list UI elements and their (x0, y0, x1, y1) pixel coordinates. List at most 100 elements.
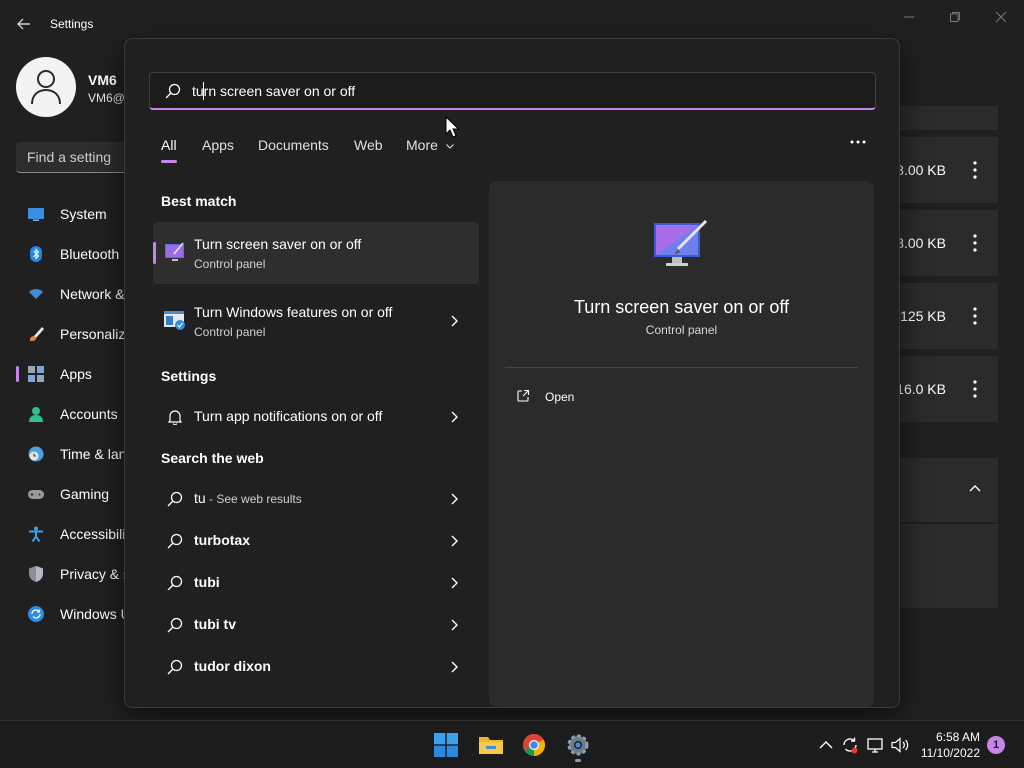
shield-icon (29, 566, 43, 582)
clock-globe-icon (28, 446, 44, 462)
web-result-tudor-dixon[interactable]: tudor dixon (153, 647, 479, 687)
app-size: 125 KB (900, 308, 946, 324)
expandable-section[interactable] (900, 458, 998, 522)
search-input[interactable]: turn screen saver on or off (149, 72, 876, 110)
screen-saver-icon (654, 219, 708, 266)
sidebar-item-windows-update[interactable]: Windows U (0, 594, 130, 634)
network-monitor-icon[interactable] (866, 735, 886, 755)
chevron-down-icon (445, 144, 454, 149)
chevron-right-icon (451, 619, 458, 631)
best-match-heading: Best match (161, 193, 237, 209)
selection-accent (153, 242, 156, 264)
more-options-icon[interactable] (966, 232, 984, 254)
divider (505, 367, 858, 368)
tab-documents[interactable]: Documents (258, 137, 329, 153)
taskbar: 6:58 AM 11/10/2022 1 (0, 720, 1024, 768)
chevron-up-icon[interactable] (816, 735, 836, 755)
settings-heading: Settings (161, 368, 217, 384)
active-tab-indicator (161, 160, 177, 163)
search-icon (167, 533, 183, 549)
open-external-icon (517, 389, 530, 402)
list-item[interactable]: 125 KB (900, 283, 998, 349)
tab-web[interactable]: Web (354, 137, 383, 153)
more-options-icon[interactable] (966, 378, 984, 400)
tab-all[interactable]: All (161, 137, 177, 153)
expanded-content (900, 524, 998, 608)
list-item[interactable]: 16.0 KB (896, 356, 998, 422)
sidebar-item-label: Network & (60, 286, 125, 302)
chrome-icon (523, 734, 545, 756)
web-result-suffix: - See web results (205, 492, 302, 506)
sidebar-item-network[interactable]: Network & (0, 274, 130, 314)
search-icon (167, 659, 183, 675)
app-notifications-result[interactable]: Turn app notifications on or off (153, 397, 479, 437)
more-options-icon[interactable] (966, 159, 984, 181)
windows-logo-icon (434, 733, 458, 757)
minimize-icon (904, 16, 914, 18)
sidebar-item-apps[interactable]: Apps (0, 354, 130, 394)
list-item[interactable]: 8.00 KB (896, 210, 998, 276)
sidebar-item-label: System (60, 206, 107, 222)
sidebar-item-label: Windows U (60, 606, 130, 622)
person-icon (31, 70, 61, 105)
search-icon (165, 83, 181, 99)
accessibility-icon (29, 526, 43, 542)
best-match-result[interactable]: Turn screen saver on or off Control pane… (153, 222, 479, 284)
web-result-tu[interactable]: tu - See web results (153, 479, 479, 519)
search-icon (167, 575, 183, 591)
windows-features-result[interactable]: Turn Windows features on or off Control … (153, 290, 479, 352)
result-title: Turn Windows features on or off (194, 304, 393, 320)
mouse-cursor-icon (445, 116, 459, 138)
web-query: tubi (194, 574, 220, 590)
sidebar-item-time-language[interactable]: Time & lan (0, 434, 130, 474)
user-email: VM6@ (88, 91, 125, 105)
sidebar-item-system[interactable]: System (0, 194, 130, 234)
sync-icon[interactable] (840, 735, 860, 755)
more-options-icon[interactable] (849, 135, 867, 149)
start-button[interactable] (426, 729, 466, 761)
user-profile[interactable]: VM6 VM6@ (16, 57, 125, 117)
sidebar-item-label: Personaliza (60, 326, 130, 342)
chevron-right-icon (451, 493, 458, 505)
sidebar-item-label: Gaming (60, 486, 110, 502)
user-name: VM6 (88, 72, 117, 88)
more-options-icon[interactable] (966, 305, 984, 327)
tab-apps[interactable]: Apps (202, 137, 234, 153)
chevron-right-icon (451, 411, 458, 423)
tab-more[interactable]: More (406, 137, 455, 153)
web-result-turbotax[interactable]: turbotax (153, 521, 479, 561)
sidebar-item-label: Privacy & s (60, 566, 130, 582)
web-query-bold: tubi tv (194, 616, 236, 632)
open-action[interactable]: Open (505, 381, 705, 413)
sidebar-item-gaming[interactable]: Gaming (0, 474, 130, 514)
sidebar-item-personalization[interactable]: Personaliza (0, 314, 130, 354)
notification-badge[interactable]: 1 (987, 736, 1005, 754)
web-result-text: tu - See web results (194, 490, 302, 506)
maximize-button[interactable] (932, 6, 978, 28)
find-setting-placeholder: Find a setting (27, 149, 112, 165)
web-result-tubi[interactable]: tubi (153, 563, 479, 603)
result-subtitle: Control panel (194, 325, 266, 339)
web-result-tubi-tv[interactable]: tubi tv (153, 605, 479, 645)
web-query: tubi tv (194, 616, 236, 632)
settings-app-button[interactable] (558, 729, 598, 762)
minimize-button[interactable] (886, 6, 932, 28)
system-clock[interactable]: 6:58 AM 11/10/2022 (921, 729, 980, 761)
sidebar-item-privacy[interactable]: Privacy & s (0, 554, 130, 594)
web-query-bold: tubi (194, 574, 220, 590)
back-button[interactable] (12, 12, 36, 36)
web-query: turbotax (194, 532, 250, 548)
list-item[interactable]: 8.00 KB (896, 137, 998, 203)
volume-icon[interactable] (890, 735, 910, 755)
chrome-button[interactable] (514, 729, 554, 761)
close-button[interactable] (978, 6, 1024, 28)
chevron-right-icon (451, 577, 458, 589)
file-explorer-button[interactable] (470, 729, 510, 761)
windows-features-icon (164, 311, 185, 330)
sidebar-item-accessibility[interactable]: Accessibilit (0, 514, 130, 554)
brush-icon (30, 327, 44, 341)
sidebar-item-bluetooth[interactable]: Bluetooth (0, 234, 130, 274)
sidebar-item-accounts[interactable]: Accounts (0, 394, 130, 434)
running-indicator (575, 759, 581, 762)
preview-subtitle: Control panel (645, 323, 718, 337)
